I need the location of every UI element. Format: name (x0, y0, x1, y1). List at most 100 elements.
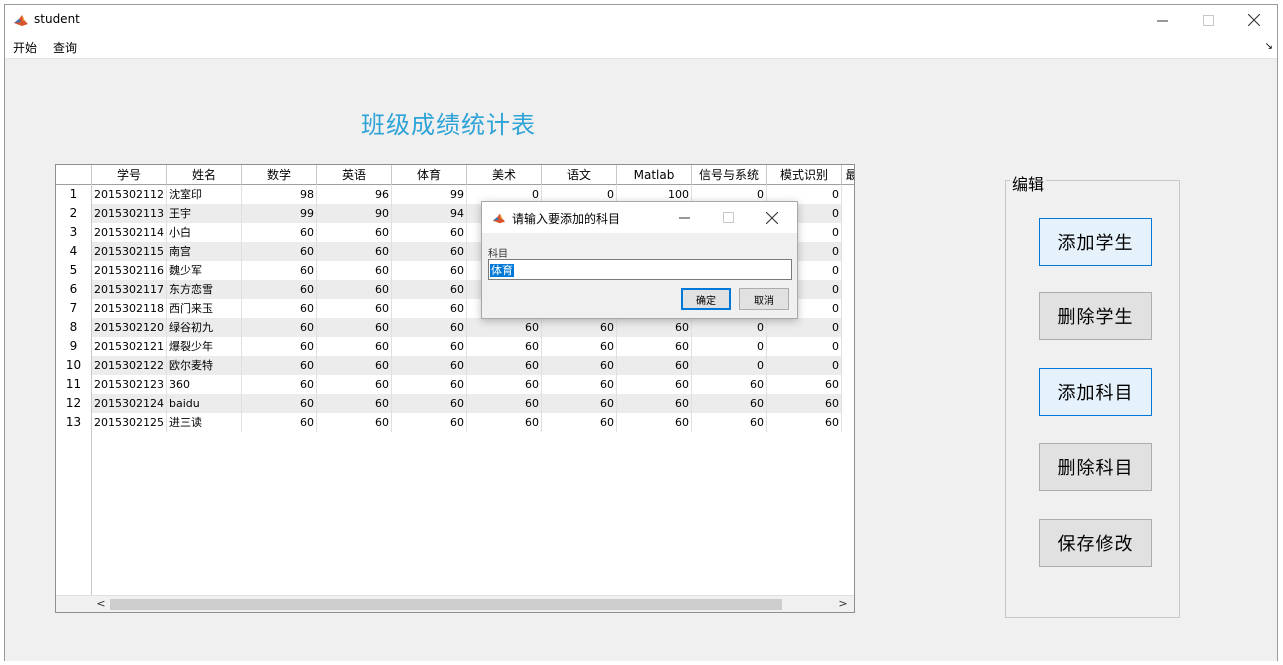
table-cell[interactable]: 60 (392, 280, 467, 299)
toolbar-expand-icon[interactable]: ↘ (1265, 41, 1273, 52)
column-header[interactable]: 学号 (92, 165, 167, 185)
column-header[interactable]: 姓名 (167, 165, 242, 185)
table-cell[interactable]: 360 (167, 375, 242, 394)
dialog-close-button[interactable] (750, 202, 794, 233)
table-cell[interactable]: 2015302117 (92, 280, 167, 299)
add-subject-button[interactable]: 添加科目 (1039, 368, 1152, 416)
table-cell[interactable]: 60 (467, 318, 542, 337)
table-cell[interactable]: 2015302114 (92, 223, 167, 242)
table-cell[interactable]: 沈室印 (167, 185, 242, 204)
table-cell[interactable]: 60 (542, 413, 617, 432)
table-cell[interactable]: 60 (317, 242, 392, 261)
delete-student-button[interactable]: 删除学生 (1039, 292, 1152, 340)
horizontal-scrollbar[interactable]: < > (56, 595, 854, 612)
title-bar[interactable]: student (5, 5, 1277, 35)
table-cell[interactable]: 60 (242, 375, 317, 394)
column-header[interactable]: 数学 (242, 165, 317, 185)
table-cell[interactable]: 西门来玉 (167, 299, 242, 318)
table-cell[interactable]: 60 (617, 413, 692, 432)
table-cell[interactable]: baidu (167, 394, 242, 413)
table-cell[interactable]: 南宫 (167, 242, 242, 261)
table-cell[interactable]: 2015302121 (92, 337, 167, 356)
table-cell[interactable]: 60 (617, 318, 692, 337)
row-header[interactable]: 13 (56, 413, 92, 432)
table-cell[interactable]: 60 (467, 394, 542, 413)
table-cell[interactable]: 0 (767, 337, 842, 356)
table-cell[interactable]: 60 (767, 394, 842, 413)
table-cell[interactable]: 小白 (167, 223, 242, 242)
menu-query[interactable]: 查询 (53, 39, 77, 56)
table-cell[interactable]: 60 (467, 413, 542, 432)
table-cell[interactable]: 60 (467, 375, 542, 394)
table-cell[interactable]: 2015302113 (92, 204, 167, 223)
table-cell[interactable]: 90 (317, 204, 392, 223)
row-header[interactable]: 4 (56, 242, 92, 261)
table-cell[interactable]: 进三读 (167, 413, 242, 432)
table-cell[interactable]: 60 (317, 280, 392, 299)
row-header[interactable]: 6 (56, 280, 92, 299)
table-cell[interactable]: 爆裂少年 (167, 337, 242, 356)
minimize-button[interactable] (1139, 5, 1185, 35)
table-cell[interactable]: 欧尔麦特 (167, 356, 242, 375)
table-cell[interactable]: 60 (242, 318, 317, 337)
cancel-button[interactable]: 取消 (739, 288, 789, 310)
scroll-right-icon[interactable]: > (836, 597, 850, 611)
table-cell[interactable]: 60 (767, 375, 842, 394)
table-cell[interactable]: 60 (392, 223, 467, 242)
row-header[interactable]: 3 (56, 223, 92, 242)
table-cell[interactable]: 60 (392, 242, 467, 261)
delete-subject-button[interactable]: 删除科目 (1039, 443, 1152, 491)
table-cell[interactable]: 94 (392, 204, 467, 223)
scroll-thumb[interactable] (110, 599, 782, 610)
column-header[interactable]: 美术 (467, 165, 542, 185)
dialog-minimize-button[interactable] (662, 202, 706, 233)
column-header[interactable]: 模式识别 (767, 165, 842, 185)
table-cell[interactable]: 2015302123 (92, 375, 167, 394)
row-header[interactable]: 1 (56, 185, 92, 204)
row-header[interactable]: 10 (56, 356, 92, 375)
table-cell[interactable]: 60 (542, 375, 617, 394)
table-cell[interactable]: 60 (692, 413, 767, 432)
row-header[interactable]: 8 (56, 318, 92, 337)
table-cell[interactable]: 60 (392, 299, 467, 318)
table-cell[interactable]: 96 (317, 185, 392, 204)
column-header[interactable]: 最 (842, 165, 854, 185)
table-cell[interactable]: 王宇 (167, 204, 242, 223)
table-cell[interactable]: 60 (542, 356, 617, 375)
row-header[interactable]: 11 (56, 375, 92, 394)
table-cell[interactable]: 60 (317, 337, 392, 356)
table-cell[interactable]: 60 (467, 356, 542, 375)
table-cell[interactable]: 60 (392, 356, 467, 375)
table-cell[interactable]: 绿谷初九 (167, 318, 242, 337)
table-cell[interactable]: 60 (392, 413, 467, 432)
table-cell[interactable]: 60 (242, 337, 317, 356)
table-cell[interactable]: 60 (617, 375, 692, 394)
dialog-title-bar[interactable]: 请输入要添加的科目 (482, 202, 797, 233)
maximize-button[interactable] (1185, 5, 1231, 35)
column-header[interactable]: 语文 (542, 165, 617, 185)
add-student-button[interactable]: 添加学生 (1039, 218, 1152, 266)
menu-start[interactable]: 开始 (13, 39, 37, 56)
table-cell[interactable]: 60 (467, 337, 542, 356)
table-cell[interactable]: 2015302124 (92, 394, 167, 413)
table-cell[interactable]: 0 (692, 318, 767, 337)
table-cell[interactable]: 2015302125 (92, 413, 167, 432)
table-cell[interactable]: 98 (242, 185, 317, 204)
table-cell[interactable]: 60 (392, 375, 467, 394)
table-cell[interactable]: 60 (317, 223, 392, 242)
table-cell[interactable]: 0 (767, 318, 842, 337)
table-cell[interactable]: 99 (242, 204, 317, 223)
table-cell[interactable]: 0 (692, 356, 767, 375)
table-cell[interactable]: 魏少军 (167, 261, 242, 280)
table-cell[interactable]: 60 (317, 299, 392, 318)
table-cell[interactable]: 60 (542, 394, 617, 413)
table-cell[interactable]: 60 (392, 261, 467, 280)
row-header[interactable]: 9 (56, 337, 92, 356)
table-cell[interactable]: 60 (242, 261, 317, 280)
table-cell[interactable]: 60 (392, 337, 467, 356)
table-cell[interactable]: 2015302120 (92, 318, 167, 337)
column-header[interactable]: 英语 (317, 165, 392, 185)
table-cell[interactable]: 60 (767, 413, 842, 432)
table-cell[interactable]: 60 (317, 318, 392, 337)
dialog-maximize-button[interactable] (706, 202, 750, 233)
